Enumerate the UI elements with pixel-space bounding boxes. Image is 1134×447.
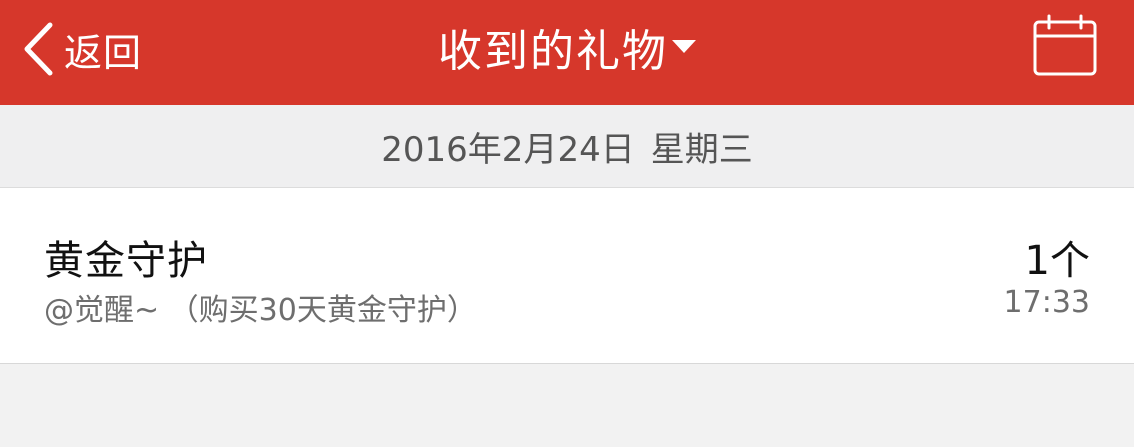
caret-down-icon <box>668 36 696 58</box>
list-item[interactable]: 黄金守护 @觉醒~ （购买30天黄金守护） 1个 17:33 <box>0 188 1134 364</box>
gift-sender: @觉醒~ （购买30天黄金守护） <box>44 293 477 328</box>
navigation-bar: 返回 收到的礼物 <box>0 0 1134 105</box>
gift-count: 1个 <box>1024 238 1090 284</box>
gift-list: 黄金守护 @觉醒~ （购买30天黄金守护） 1个 17:33 <box>0 188 1134 364</box>
calendar-button[interactable] <box>1030 14 1100 78</box>
date-label: 2016年2月24日 <box>381 129 635 170</box>
page-title: 收到的礼物 <box>438 26 668 77</box>
gift-time: 17:33 <box>1003 285 1090 320</box>
calendar-icon <box>1030 14 1100 82</box>
title-dropdown[interactable]: 收到的礼物 <box>0 16 1134 78</box>
weekday-label: 星期三 <box>650 129 753 170</box>
gift-name: 黄金守护 <box>44 238 208 284</box>
date-section-header: 2016年2月24日 星期三 <box>0 105 1134 188</box>
